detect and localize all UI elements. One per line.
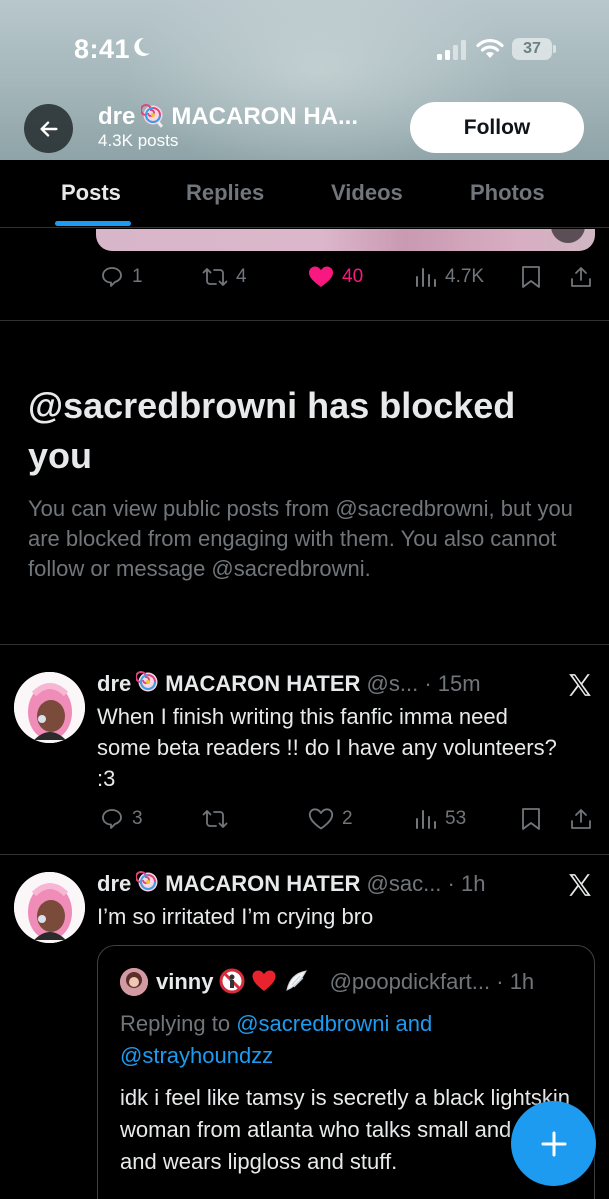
profile-tabs: Posts Replies Videos Photos <box>0 160 609 228</box>
replying-to: Replying to @sacredbrowni and @strayhoun… <box>120 1011 433 1068</box>
wifi-icon <box>476 38 504 58</box>
signal-icon <box>437 40 466 60</box>
author-handle[interactable]: @s... <box>367 671 419 696</box>
bookmark-icon <box>522 266 540 288</box>
bookmark-icon <box>522 808 540 830</box>
lollipop-icon <box>136 671 158 692</box>
reply-icon <box>102 809 122 829</box>
like-button[interactable]: 2 <box>308 804 353 834</box>
tweet-header: dre MACARON HATER @s... · 15m <box>97 671 481 696</box>
moon-icon <box>134 37 150 56</box>
share-button[interactable] <box>569 262 593 292</box>
repost-count: 4 <box>236 266 247 287</box>
like-count: 40 <box>342 266 364 287</box>
active-tab-indicator <box>55 221 131 226</box>
share-icon <box>571 809 591 829</box>
x-logo-icon <box>569 874 591 896</box>
reply-count: 1 <box>132 266 143 287</box>
tweet-time: · 15m <box>424 671 481 696</box>
avatar[interactable] <box>14 872 85 943</box>
blocked-description: You can view public posts from @sacredbr… <box>28 496 573 581</box>
heart-icon <box>309 266 333 287</box>
reply-icon <box>102 267 122 287</box>
divider <box>0 644 609 645</box>
divider <box>0 854 609 855</box>
views-button[interactable]: 4.7K <box>413 262 484 292</box>
author-name[interactable]: dre <box>97 671 131 696</box>
reply-button[interactable]: 1 <box>100 262 143 292</box>
share-icon <box>571 267 591 287</box>
tweet-actions: 1 4 40 4.7K <box>0 262 609 292</box>
wing-icon <box>286 970 308 991</box>
views-icon <box>416 268 436 287</box>
repost-icon <box>202 268 228 286</box>
tab-photos[interactable]: Photos <box>470 180 545 206</box>
avatar[interactable] <box>14 672 85 743</box>
back-arrow-icon <box>39 120 58 137</box>
tweet-time: · 1h <box>447 871 486 896</box>
tweet-media[interactable] <box>96 229 595 251</box>
repost-icon <box>202 810 228 828</box>
profile-header: 8:41 37 dre MACARON HA... 4.3K posts Fol… <box>0 0 609 160</box>
no-entry-icon <box>219 968 245 994</box>
like-count: 2 <box>342 808 353 829</box>
quote-time: · 1h <box>496 969 535 994</box>
status-time: 8:41 <box>74 34 131 64</box>
lollipop-icon <box>136 871 158 892</box>
divider <box>0 320 609 321</box>
profile-display-name: dre MACARON HA... <box>98 103 359 130</box>
tweet-text: When I finish writing this fanfic imma n… <box>97 704 557 791</box>
author-name[interactable]: dre <box>97 871 131 896</box>
tab-videos[interactable]: Videos <box>331 180 403 206</box>
battery-level: 37 <box>523 40 541 57</box>
quote-header: vinny @poopdickfart... · 1h <box>156 968 534 995</box>
views-button[interactable]: 53 <box>413 804 466 834</box>
x-logo-icon <box>569 674 591 696</box>
post-count: 4.3K posts <box>98 131 179 150</box>
quote-author-name[interactable]: vinny <box>156 969 213 994</box>
like-button[interactable]: 40 <box>308 262 363 292</box>
battery-indicator: 37 <box>512 38 556 60</box>
heart-icon <box>308 808 334 830</box>
quote-avatar[interactable] <box>120 968 148 996</box>
heart-icon <box>252 970 276 991</box>
reply-count: 3 <box>132 808 143 829</box>
mention-link[interactable]: @sacredbrowni and <box>236 1011 432 1036</box>
back-button[interactable] <box>24 104 73 153</box>
tab-replies[interactable]: Replies <box>186 180 264 206</box>
reply-button[interactable]: 3 <box>100 804 143 834</box>
quote-author-handle[interactable]: @poopdickfart... <box>330 969 491 994</box>
views-icon <box>416 810 436 829</box>
lollipop-icon <box>141 104 164 128</box>
repost-button[interactable] <box>202 804 228 834</box>
follow-button[interactable]: Follow <box>410 102 584 153</box>
view-count: 53 <box>445 808 467 829</box>
tab-posts[interactable]: Posts <box>61 180 121 206</box>
tweet-actions: 3 2 53 <box>0 804 609 834</box>
share-button[interactable] <box>569 804 593 834</box>
mention-link[interactable]: @strayhoundzz <box>120 1043 273 1068</box>
tweet-header: dre MACARON HATER @sac... · 1h <box>97 871 486 896</box>
view-count: 4.7K <box>445 266 485 287</box>
tweet-text: I’m so irritated I’m crying bro <box>97 904 374 929</box>
repost-button[interactable]: 4 <box>202 262 247 292</box>
author-handle[interactable]: @sac... <box>367 871 442 896</box>
plus-icon <box>541 1131 566 1156</box>
blocked-title: @sacredbrowni has blocked you <box>28 385 516 476</box>
compose-button[interactable] <box>511 1101 596 1186</box>
bookmark-button[interactable] <box>520 804 542 834</box>
bookmark-button[interactable] <box>520 262 542 292</box>
